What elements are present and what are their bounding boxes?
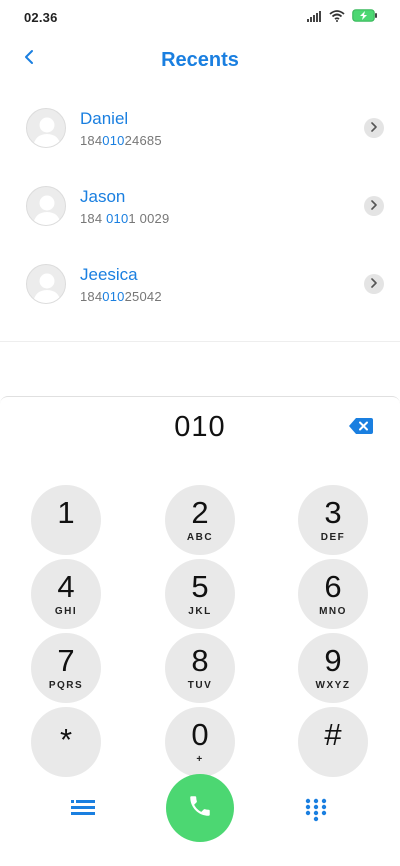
key-7[interactable]: 7 PQRS [31, 633, 101, 703]
battery-charging-icon [352, 9, 378, 27]
key-digit: * [59, 721, 73, 757]
key-0[interactable]: 0 + [165, 707, 235, 777]
list-item[interactable]: Jason 184 0101 0029 [0, 168, 400, 246]
chevron-right-icon [370, 119, 378, 137]
status-icons [307, 9, 378, 27]
key-letters: MNO [319, 605, 347, 617]
backspace-icon [348, 418, 374, 439]
contact-details-button[interactable] [364, 274, 384, 294]
key-digit: 2 [191, 494, 209, 530]
key-5[interactable]: 5 JKL [165, 559, 235, 629]
key-8[interactable]: 8 TUV [165, 633, 235, 703]
key-digit: 8 [191, 642, 209, 678]
key-2[interactable]: 2 ABC [165, 485, 235, 555]
contact-number: 184 0101 0029 [80, 211, 170, 226]
keypad-icon [305, 798, 327, 827]
keypad-button[interactable] [303, 798, 329, 827]
contact-details-button[interactable] [364, 196, 384, 216]
recents-list: Daniel 18401024685 Jason 184 0101 0029 J… [0, 90, 400, 324]
key-digit: 9 [324, 642, 342, 678]
key-6[interactable]: 6 MNO [298, 559, 368, 629]
signal-icon [307, 9, 322, 27]
key-digit: 4 [57, 568, 75, 604]
contact-name: Jeesica [80, 265, 138, 284]
key-1[interactable]: 1 [31, 485, 101, 555]
contact-number: 18401024685 [80, 133, 162, 148]
menu-button[interactable] [70, 799, 96, 819]
dialed-number[interactable]: 010 [0, 411, 400, 444]
key-letters: TUV [187, 679, 213, 691]
list-item[interactable]: Jeesica 18401025042 [0, 246, 400, 324]
divider [0, 341, 400, 342]
contact-name: Daniel [80, 109, 129, 128]
key-letters: GHI [54, 605, 78, 617]
key-hash[interactable]: # [298, 707, 368, 777]
key-4[interactable]: 4 GHI [31, 559, 101, 629]
key-letters: ABC [186, 531, 214, 543]
key-letters: PQRS [48, 679, 84, 691]
chevron-right-icon [370, 275, 378, 293]
avatar [26, 108, 66, 148]
list-item[interactable]: Daniel 18401024685 [0, 90, 400, 168]
avatar [26, 264, 66, 304]
key-letters: DEF [320, 531, 346, 543]
key-digit: 3 [324, 494, 342, 530]
key-star[interactable]: * [31, 707, 101, 777]
key-9[interactable]: 9 WXYZ [298, 633, 368, 703]
menu-icon [71, 799, 95, 820]
wifi-icon [329, 9, 345, 27]
key-digit: 1 [57, 494, 75, 530]
header: Recents [0, 36, 400, 84]
chevron-right-icon [370, 197, 378, 215]
key-digit: 5 [191, 568, 209, 604]
status-bar: 02.36 [0, 0, 400, 36]
key-letters: WXYZ [315, 679, 351, 691]
key-letters: JKL [188, 605, 212, 617]
key-3[interactable]: 3 DEF [298, 485, 368, 555]
key-letters: + [196, 753, 204, 765]
avatar [26, 186, 66, 226]
contact-name: Jason [80, 187, 126, 206]
phone-icon [187, 793, 213, 824]
dialer-panel: 010 1 2 ABC 3 DEF 4 GHI 5 JKL 6 MNO 7 PQ… [0, 396, 400, 866]
contact-details-button[interactable] [364, 118, 384, 138]
key-digit: 6 [324, 568, 342, 604]
key-digit: # [324, 716, 342, 752]
page-title: Recents [161, 49, 239, 71]
status-time: 02.36 [24, 10, 58, 25]
key-digit: 7 [57, 642, 75, 678]
backspace-button[interactable] [348, 417, 374, 435]
key-digit: 0 [191, 716, 209, 752]
contact-number: 18401025042 [80, 289, 162, 304]
call-button[interactable] [166, 774, 234, 842]
